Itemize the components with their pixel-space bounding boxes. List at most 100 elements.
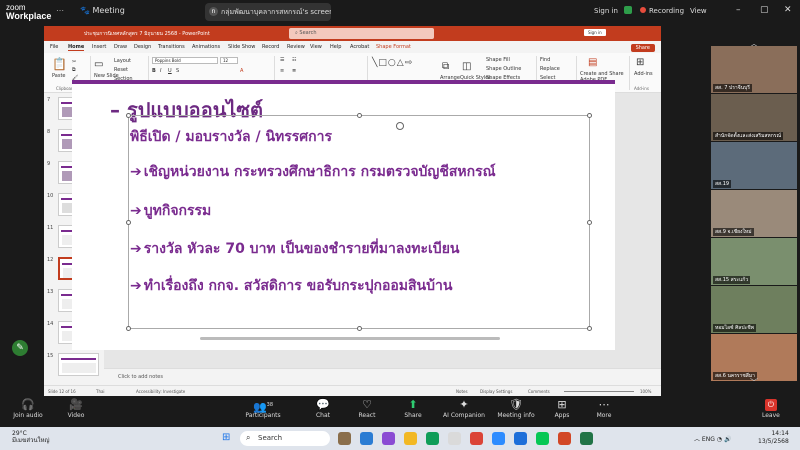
addins-button[interactable]: Add-ins xyxy=(634,71,653,77)
arrange-icon[interactable]: ⧉ xyxy=(442,61,449,72)
paste-icon[interactable]: 📋 xyxy=(52,57,67,71)
participant-tile[interactable]: สส.19 xyxy=(711,142,797,189)
replace-button[interactable]: Replace xyxy=(540,66,560,72)
tab-review[interactable]: Review xyxy=(287,44,305,50)
taskbar-search[interactable]: ⌕ Search xyxy=(240,431,330,446)
zoom-slider[interactable] xyxy=(564,391,634,392)
recording-indicator[interactable]: Recording xyxy=(640,7,684,15)
edge-icon[interactable] xyxy=(426,432,439,445)
view-menu[interactable]: View xyxy=(690,7,707,15)
join-audio-button[interactable]: 🎧 Join audio xyxy=(8,398,48,420)
shape-outline-button[interactable]: Shape Outline xyxy=(486,66,521,72)
participant-tile[interactable]: สส. 7 ปราจีนบุรี xyxy=(711,46,797,93)
tab-view[interactable]: View xyxy=(310,44,322,50)
tab-record[interactable]: Record xyxy=(262,44,279,50)
tab-file[interactable]: File xyxy=(50,44,58,50)
file-explorer-icon[interactable] xyxy=(404,432,417,445)
shield-icon[interactable] xyxy=(624,6,632,14)
reset-button[interactable]: Reset xyxy=(114,67,128,73)
system-tray[interactable]: ︿ ENG ◔ 🔊 xyxy=(694,434,731,443)
ppt-share-button[interactable]: Share xyxy=(630,44,655,52)
chrome-icon[interactable] xyxy=(470,432,483,445)
resize-handle[interactable] xyxy=(357,326,362,331)
maximize-icon[interactable]: ▢ xyxy=(760,5,769,15)
leave-button[interactable]: ⏻ Leave xyxy=(762,399,780,419)
more-button[interactable]: ⋯ More xyxy=(590,398,618,420)
gallery-down-icon[interactable]: ﹀ xyxy=(750,377,758,388)
close-icon[interactable]: ✕ xyxy=(784,5,792,15)
participant-tile[interactable]: สำนักจัดตั้งและส่งเสริมสหกรณ์ xyxy=(711,94,797,141)
accessibility-status[interactable]: Accessibility: Investigate xyxy=(136,389,185,394)
zoom-level[interactable]: 100% xyxy=(640,389,651,394)
viewing-share-pill[interactable]: n กลุ่มพัฒนาบุคลากรสหกรณ์'s screen xyxy=(205,3,331,21)
bullets-icon[interactable]: ☰ xyxy=(280,57,284,63)
addins-icon[interactable]: ⊞ xyxy=(636,57,644,68)
shape-fill-button[interactable]: Shape Fill xyxy=(486,57,510,63)
tab-help[interactable]: Help xyxy=(330,44,341,50)
taskbar-clock[interactable]: 14:14 13/5/2568 xyxy=(758,430,789,446)
weather-widget[interactable]: 29°C มีเมฆส่วนใหญ่ xyxy=(12,430,50,444)
quick-styles-icon[interactable]: ◫ xyxy=(462,61,471,72)
participant-tile[interactable]: สส.15 สระแก้ว xyxy=(711,238,797,285)
resize-handle[interactable] xyxy=(126,113,131,118)
tab-draw[interactable]: Draw xyxy=(114,44,127,50)
excel-icon[interactable] xyxy=(580,432,593,445)
notes-pane[interactable]: Click to add notes xyxy=(104,368,661,385)
new-slide-icon[interactable]: ▭ xyxy=(94,59,103,70)
tab-slide-show[interactable]: Slide Show xyxy=(228,44,255,50)
store-icon[interactable] xyxy=(448,432,461,445)
adobe-pdf-icon[interactable]: ▤ xyxy=(588,57,597,68)
minimize-icon[interactable]: – xyxy=(736,5,741,15)
ppt-sign-in-button[interactable]: Sign in xyxy=(584,29,606,36)
shapes-gallery-icon[interactable]: ╲□○△⇨ xyxy=(372,58,413,68)
tab-insert[interactable]: Insert xyxy=(92,44,106,50)
word-icon[interactable] xyxy=(514,432,527,445)
participant-tile[interactable]: สส.9 จ.เชียงใหม่ xyxy=(711,190,797,237)
language-indicator[interactable]: Thai xyxy=(96,389,105,394)
tab-animations[interactable]: Animations xyxy=(192,44,220,50)
current-slide[interactable]: – รูปแบบออนไซต์ พิธีเปิด / มอบรางวัล / น… xyxy=(72,80,615,350)
display-settings-button[interactable]: Display Settings xyxy=(480,389,512,394)
powerpoint-icon[interactable] xyxy=(558,432,571,445)
share-screen-button[interactable]: ⬆ Share xyxy=(398,398,428,420)
strikethrough-icon[interactable]: S xyxy=(176,68,179,74)
tab-design[interactable]: Design xyxy=(134,44,151,50)
windows-start-icon[interactable]: ⊞ xyxy=(222,432,230,443)
participants-button[interactable]: 👥38 Participants xyxy=(240,398,286,420)
meeting-info-label[interactable]: 🐾 Meeting xyxy=(80,6,125,15)
video-button[interactable]: 🎥 Video xyxy=(58,398,94,420)
copy-icon[interactable]: ⧉ xyxy=(72,67,76,73)
tab-acrobat[interactable]: Acrobat xyxy=(350,44,369,50)
ai-companion-button[interactable]: ✦ AI Companion xyxy=(440,398,488,420)
resize-handle[interactable] xyxy=(587,113,592,118)
numbering-icon[interactable]: ☷ xyxy=(292,57,296,63)
resize-handle[interactable] xyxy=(357,113,362,118)
participant-tile[interactable]: หอมไอซ์ ศิลปะชีพ xyxy=(711,286,797,333)
sign-in-link[interactable]: Sign in xyxy=(594,7,618,15)
slide-thumbnail[interactable] xyxy=(58,353,99,376)
font-name-select[interactable]: Poppins Bold xyxy=(152,57,218,64)
underline-icon[interactable]: U xyxy=(168,68,172,74)
align-left-icon[interactable]: ≡ xyxy=(280,68,284,74)
bold-icon[interactable]: B xyxy=(152,68,156,74)
font-size-select[interactable]: 12 xyxy=(220,57,238,64)
tab-shape-format[interactable]: Shape Format xyxy=(376,44,411,50)
resize-handle[interactable] xyxy=(126,326,131,331)
participant-tile[interactable]: สส.6 นครราชสีมา xyxy=(711,334,797,381)
resize-handle[interactable] xyxy=(587,326,592,331)
widget-app-icon[interactable] xyxy=(338,432,351,445)
chat-button[interactable]: 💬 Chat xyxy=(308,398,338,420)
ppt-search-box[interactable]: ⌕ Search xyxy=(289,28,434,39)
layout-button[interactable]: Layout xyxy=(114,58,131,64)
meeting-info-button[interactable]: 🛡 Meeting info xyxy=(494,398,538,420)
apps-button[interactable]: ⊞ Apps xyxy=(548,398,576,420)
font-color-icon[interactable]: A xyxy=(240,68,243,74)
notes-toggle[interactable]: Notes xyxy=(456,389,468,394)
find-button[interactable]: Find xyxy=(540,57,550,63)
resize-handle[interactable] xyxy=(587,220,592,225)
horizontal-scrollbar[interactable] xyxy=(200,337,500,340)
line-icon[interactable] xyxy=(536,432,549,445)
comments-button[interactable]: Comments xyxy=(528,389,550,394)
align-center-icon[interactable]: ≣ xyxy=(292,68,296,74)
zoom-app-icon[interactable] xyxy=(492,432,505,445)
